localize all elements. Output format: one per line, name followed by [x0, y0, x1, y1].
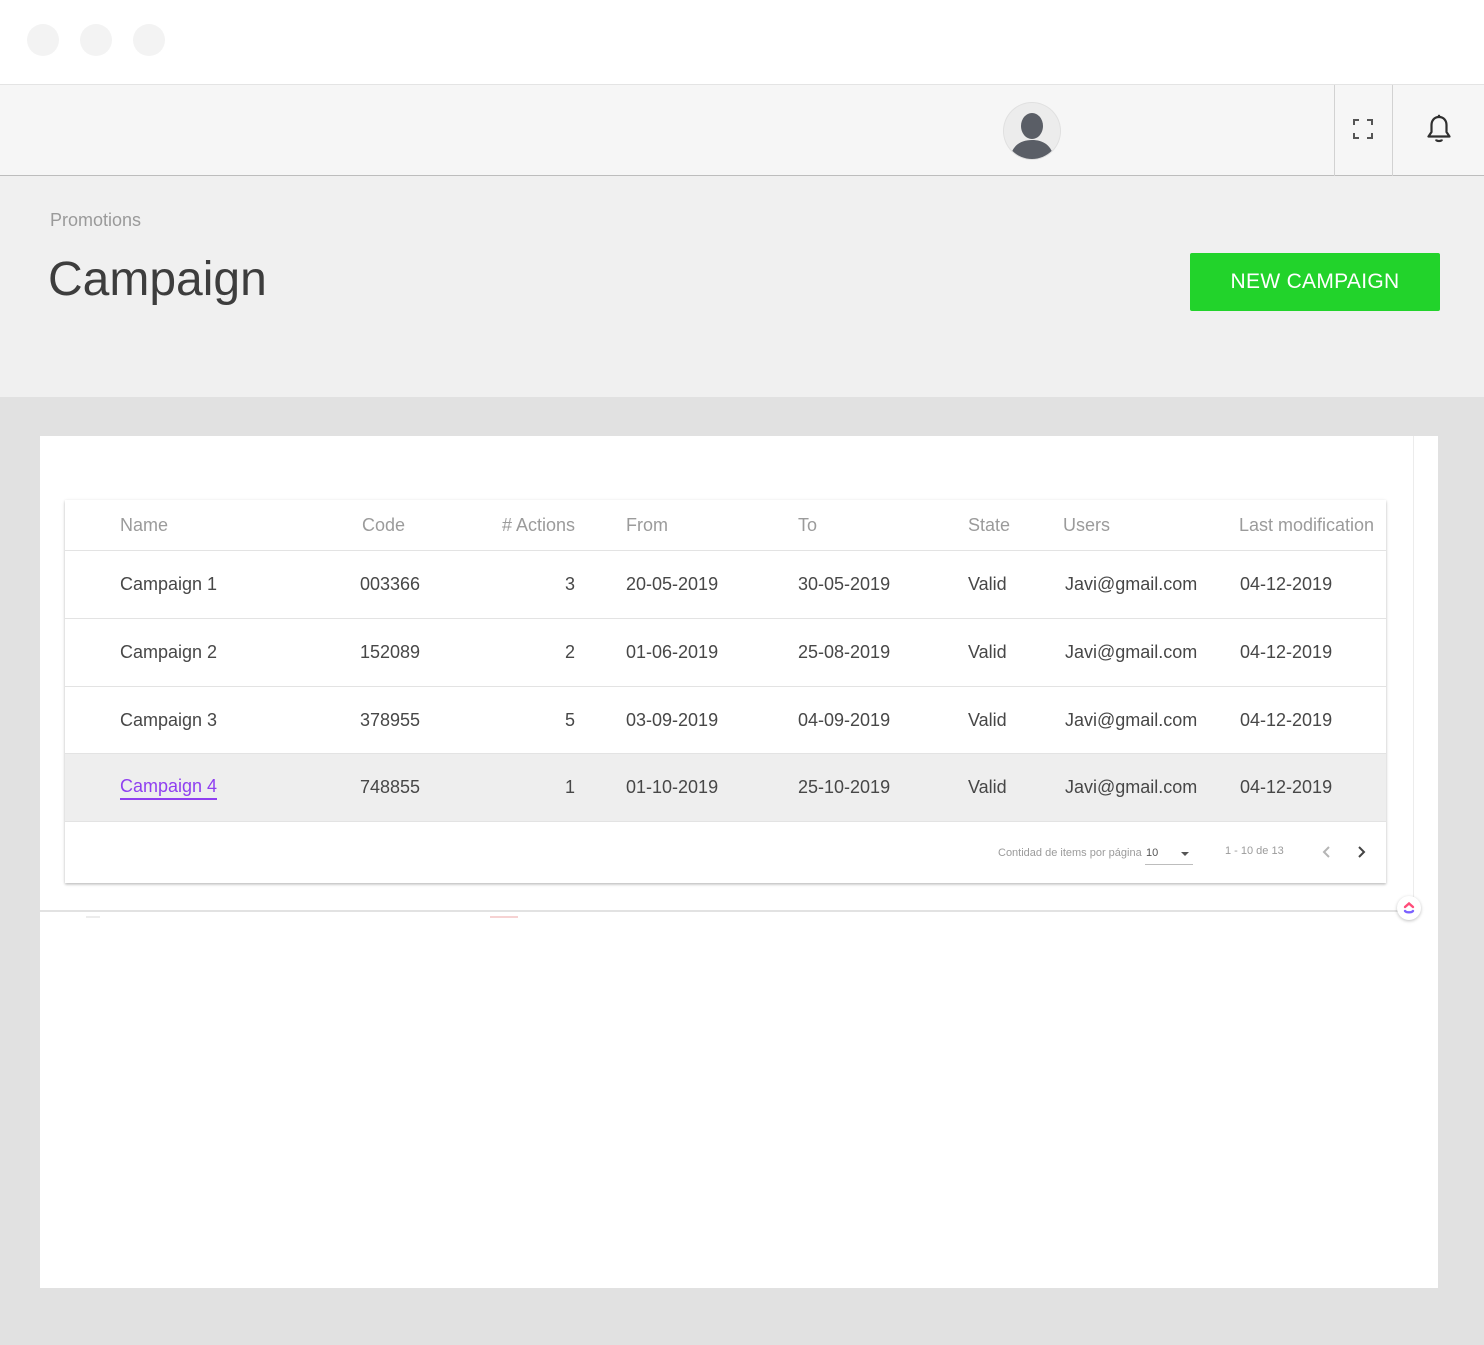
cell-last-modification: 04-12-2019 — [1240, 642, 1333, 662]
breadcrumb[interactable]: Promotions — [50, 210, 141, 231]
cell-to: 25-10-2019 — [798, 777, 891, 797]
cell-actions: 2 — [564, 642, 575, 662]
window-minimize-dot[interactable] — [80, 24, 112, 56]
column-header-users[interactable]: Users — [1063, 500, 1110, 550]
cell-users: Javi@gmail.com — [1065, 709, 1198, 730]
header-separator — [1334, 85, 1335, 176]
window-titlebar — [0, 0, 1484, 84]
campaign-table: Name Code # Actions From To State Users … — [65, 500, 1386, 883]
page-title: Campaign — [48, 253, 267, 306]
cell-code: 152089 — [360, 642, 421, 662]
notifications-button[interactable] — [1419, 111, 1459, 151]
cell-actions: 3 — [564, 574, 575, 594]
cell-users: Javi@gmail.com — [1065, 777, 1198, 797]
header-separator — [1392, 85, 1393, 176]
cell-name: Campaign 4 — [120, 754, 218, 821]
content-card: Name Code # Actions From To State Users … — [40, 436, 1438, 1288]
faint-mark — [490, 916, 518, 918]
cell-state: Valid — [968, 574, 1007, 594]
cell-last-modification: 04-12-2019 — [1240, 777, 1333, 797]
card-divider — [40, 910, 1412, 912]
cell-to: 25-08-2019 — [798, 642, 891, 662]
column-header-code[interactable]: Code — [362, 500, 405, 550]
cell-state: Valid — [968, 709, 1007, 730]
table-paginator: Contidad de items por página 10 1 - 10 d… — [65, 822, 1386, 883]
table-header-row: Name Code # Actions From To State Users … — [65, 500, 1386, 551]
cell-last-modification: 04-12-2019 — [1240, 574, 1333, 594]
cell-from: 03-09-2019 — [626, 709, 719, 730]
column-header-from[interactable]: From — [626, 500, 668, 550]
column-header-name[interactable]: Name — [120, 500, 168, 550]
cell-users: Javi@gmail.com — [1065, 642, 1198, 662]
table-row[interactable]: Campaign 2 152089 2 01-06-2019 25-08-201… — [65, 619, 1386, 687]
cell-name: Campaign 2 — [120, 642, 218, 662]
page-header: Promotions Campaign NEW CAMPAIGN — [0, 176, 1484, 397]
fullscreen-button[interactable] — [1343, 111, 1383, 151]
bell-icon — [1426, 114, 1452, 148]
fullscreen-icon — [1352, 118, 1374, 144]
cell-to: 04-09-2019 — [798, 709, 891, 730]
column-header-actions[interactable]: # Actions — [475, 500, 575, 550]
cell-from: 20-05-2019 — [626, 574, 719, 594]
cell-name: Campaign 1 — [120, 574, 218, 594]
window-maximize-dot[interactable] — [133, 24, 165, 56]
chevron-right-icon — [1355, 844, 1367, 863]
table-row[interactable]: Campaign 1 003366 3 20-05-2019 30-05-201… — [65, 551, 1386, 619]
cell-code: 748855 — [360, 777, 421, 797]
column-header-to[interactable]: To — [798, 500, 817, 550]
column-header-state[interactable]: State — [968, 500, 1010, 550]
cell-actions: 1 — [564, 777, 575, 797]
chevron-left-icon — [1321, 844, 1333, 863]
card-edge — [1413, 436, 1414, 912]
campaign-link[interactable]: Campaign 4 — [120, 776, 218, 800]
cell-code: 378955 — [360, 709, 421, 730]
table-row[interactable]: Campaign 3 378955 5 03-09-2019 04-09-201… — [65, 687, 1386, 754]
cell-name: Campaign 3 — [120, 709, 218, 730]
previous-page-button[interactable] — [1315, 841, 1339, 865]
caret-down-icon — [1181, 852, 1189, 856]
next-page-button[interactable] — [1349, 841, 1373, 865]
faint-mark — [86, 916, 100, 918]
column-header-last-modification[interactable]: Last modification — [1239, 500, 1374, 550]
cell-code: 003366 — [360, 574, 421, 594]
cell-from: 01-06-2019 — [626, 642, 719, 662]
app-header — [0, 84, 1484, 176]
page-range-label: 1 - 10 de 13 — [1225, 845, 1284, 857]
cell-to: 30-05-2019 — [798, 574, 891, 594]
cell-state: Valid — [968, 642, 1007, 662]
user-avatar-icon[interactable] — [1004, 103, 1060, 159]
items-per-page-label: Contidad de items por página — [998, 847, 1142, 859]
items-per-page-select[interactable]: 10 — [1145, 842, 1193, 865]
table-row-hovered[interactable]: Campaign 4 748855 1 01-10-2019 25-10-201… — [65, 754, 1386, 822]
cell-last-modification: 04-12-2019 — [1240, 709, 1333, 730]
items-per-page-value: 10 — [1146, 847, 1159, 859]
new-campaign-button[interactable]: NEW CAMPAIGN — [1190, 253, 1440, 311]
cell-actions: 5 — [564, 709, 575, 730]
cell-from: 01-10-2019 — [626, 777, 719, 797]
loading-spinner-icon — [1397, 896, 1421, 920]
cell-users: Javi@gmail.com — [1065, 574, 1198, 594]
cell-state: Valid — [968, 777, 1007, 797]
window-close-dot[interactable] — [27, 24, 59, 56]
